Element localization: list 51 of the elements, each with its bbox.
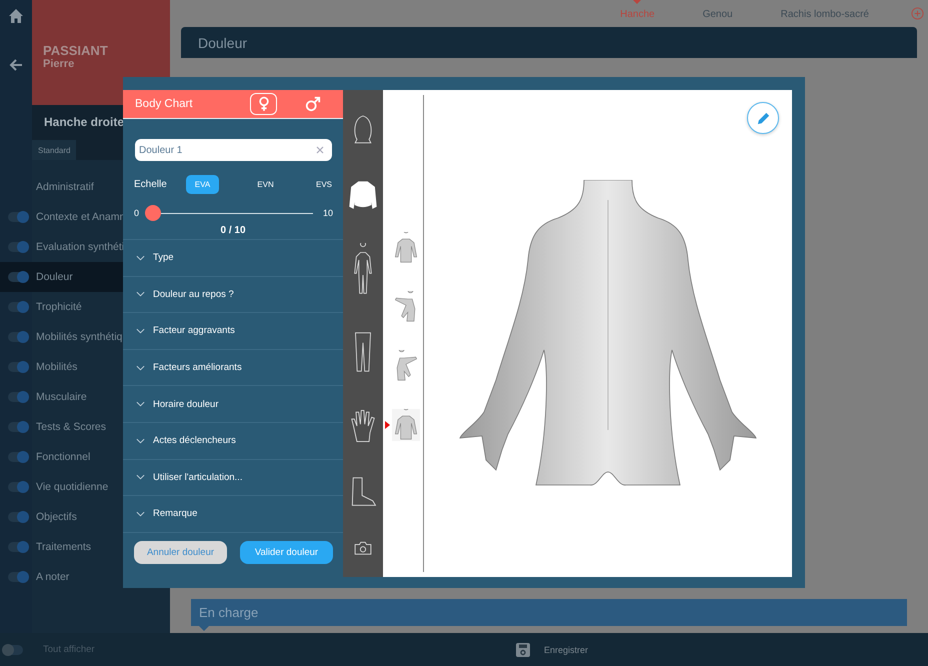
toggle-switch[interactable] [3, 644, 23, 654]
confirm-button[interactable]: Valider douleur [240, 540, 333, 564]
female-symbol-button[interactable] [250, 93, 277, 115]
region-tab[interactable]: Genou [678, 0, 757, 27]
hand-icon[interactable] [350, 408, 376, 444]
torso-icon[interactable] [348, 178, 378, 211]
selection-pointer-icon [385, 421, 390, 429]
sidebar-item[interactable]: A noter [0, 562, 170, 592]
edit-button[interactable] [747, 102, 779, 134]
patient-last-name: PASSIANT [43, 43, 109, 58]
add-icon[interactable] [911, 7, 924, 20]
cancel-button[interactable]: Annuler douleur [134, 540, 227, 564]
toggle-switch[interactable] [8, 212, 28, 222]
slider-min-label: 0 [134, 208, 140, 218]
save-button[interactable]: Enregistrer [516, 642, 588, 656]
toggle-switch[interactable] [8, 512, 28, 522]
region-tab[interactable]: Rachis lombo-sacré [756, 0, 893, 27]
toggle-switch[interactable] [8, 452, 28, 462]
slider-thumb[interactable] [145, 205, 162, 221]
clear-icon[interactable] [316, 146, 324, 154]
body-view-item[interactable] [385, 409, 420, 441]
body-view-thumbnail [392, 409, 420, 441]
toggle-switch[interactable] [8, 422, 28, 432]
toggle-switch[interactable] [8, 332, 28, 342]
male-symbol-icon [304, 96, 320, 112]
foot-icon[interactable] [349, 476, 377, 508]
camera-icon[interactable] [354, 540, 372, 555]
slider-max-label: 10 [322, 208, 333, 218]
toggle-switch[interactable] [8, 572, 28, 582]
female-symbol-icon [258, 96, 270, 112]
body-view-thumbnail [392, 232, 420, 264]
scale-option[interactable]: EVN [249, 175, 282, 194]
pencil-icon [756, 110, 770, 126]
slider-reading: 0 / 10 [219, 225, 247, 236]
toggle-switch[interactable] [8, 542, 28, 552]
back-arrow-icon[interactable] [8, 57, 24, 73]
toggle-switch[interactable] [8, 392, 28, 402]
toggle-switch[interactable] [8, 242, 28, 252]
sidebar-tab[interactable]: Standard [32, 140, 76, 160]
pain-name-field[interactable]: Douleur 1 [135, 139, 332, 161]
scale-option[interactable]: EVA [186, 175, 219, 194]
section-title: En charge [199, 605, 258, 620]
section-title: Douleur [198, 34, 248, 50]
scale-label: Echelle [134, 179, 168, 190]
scale-option[interactable]: EVS [316, 175, 332, 194]
toggle-switch[interactable] [8, 482, 28, 492]
patient-first-name: Pierre [43, 58, 76, 70]
home-icon[interactable] [8, 8, 24, 24]
toggle-switch[interactable] [8, 362, 28, 372]
toggle-switch[interactable] [8, 272, 28, 282]
toggle-switch[interactable] [8, 302, 28, 312]
